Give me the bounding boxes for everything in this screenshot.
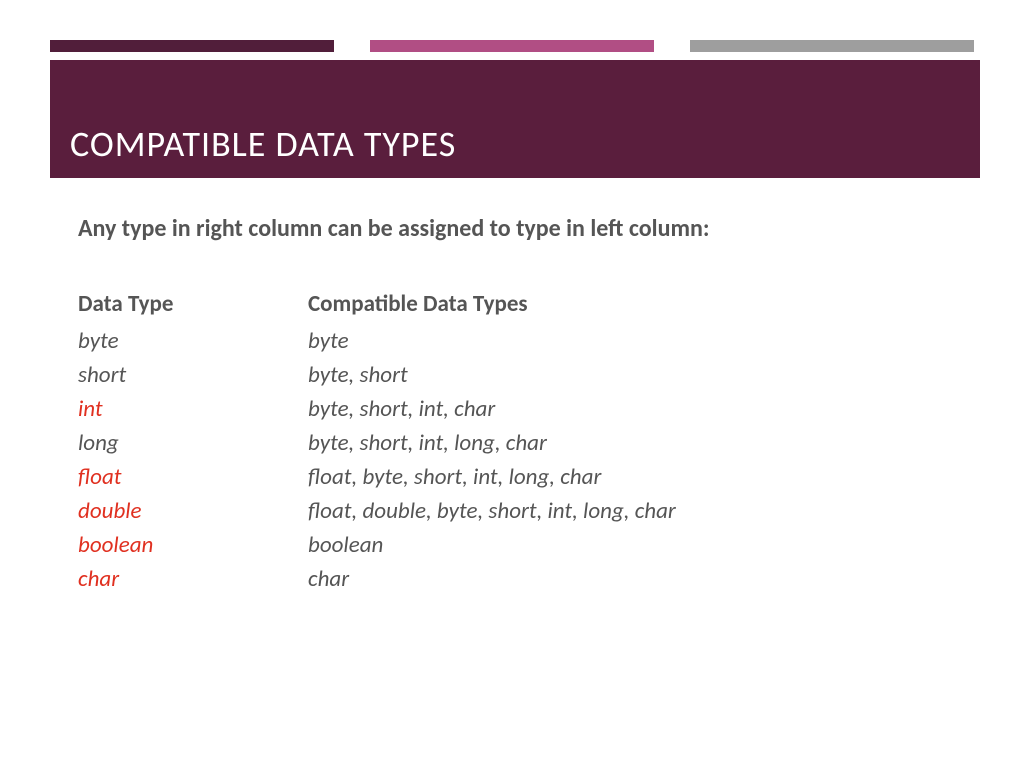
table-row: float float, byte, short, int, long, cha… xyxy=(78,460,676,494)
type-left: byte xyxy=(78,324,308,358)
accent-bar-1 xyxy=(50,40,334,52)
content-area: Any type in right column can be assigned… xyxy=(0,178,1024,596)
table-row: longbyte, short, int, long, char xyxy=(78,426,676,460)
type-left: int xyxy=(78,392,308,426)
table-row: doublefloat, double, byte, short, int, l… xyxy=(78,494,676,528)
type-left: double xyxy=(78,494,308,528)
type-left: long xyxy=(78,426,308,460)
type-right: float, byte, short, int, long, char xyxy=(308,460,676,494)
type-right: float, double, byte, short, int, long, c… xyxy=(308,494,676,528)
intro-text: Any type in right column can be assigned… xyxy=(78,214,974,243)
type-right: boolean xyxy=(308,528,676,562)
title-block: COMPATIBLE DATA TYPES xyxy=(50,60,980,178)
decorative-top-bars xyxy=(0,0,1024,52)
type-left: char xyxy=(78,562,308,596)
type-right: byte, short, int, long, char xyxy=(308,426,676,460)
table-row: char char xyxy=(78,562,676,596)
type-left: float xyxy=(78,460,308,494)
compat-table: Data Type Compatible Data Types bytebyte… xyxy=(78,287,676,596)
table-row: int byte, short, int, char xyxy=(78,392,676,426)
type-right: byte xyxy=(308,324,676,358)
type-right: char xyxy=(308,562,676,596)
table-header-row: Data Type Compatible Data Types xyxy=(78,287,676,324)
accent-bar-3 xyxy=(690,40,974,52)
table-row: bytebyte xyxy=(78,324,676,358)
header-left: Data Type xyxy=(78,287,308,324)
accent-bar-2 xyxy=(370,40,654,52)
type-right: byte, short xyxy=(308,358,676,392)
type-left: boolean xyxy=(78,528,308,562)
type-left: short xyxy=(78,358,308,392)
page-title: COMPATIBLE DATA TYPES xyxy=(70,122,960,166)
table-row: shortbyte, short xyxy=(78,358,676,392)
header-right: Compatible Data Types xyxy=(308,287,676,324)
type-right: byte, short, int, char xyxy=(308,392,676,426)
table-row: booleanboolean xyxy=(78,528,676,562)
